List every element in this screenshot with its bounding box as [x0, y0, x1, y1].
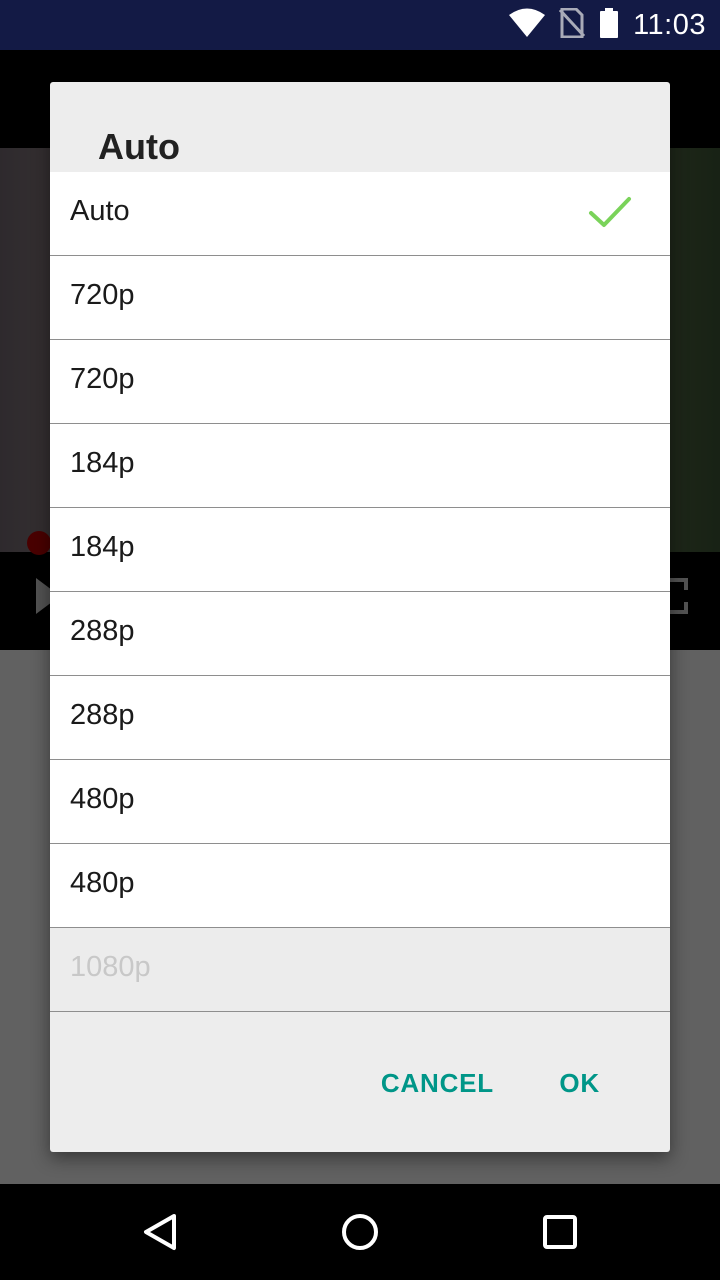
option-288p[interactable]: 288p [50, 592, 670, 676]
quality-dialog: Auto Auto 720p 720p 184p 184p 288p 288p … [50, 82, 670, 1152]
dialog-actions: CANCEL OK [50, 1062, 670, 1112]
ok-button[interactable]: OK [559, 1068, 600, 1099]
checkmark-icon [588, 194, 632, 234]
wifi-icon [509, 8, 546, 42]
option-1080p: 1080p [50, 928, 670, 1012]
option-184p[interactable]: 184p [50, 508, 670, 592]
option-label: Auto [70, 195, 130, 227]
status-bar: 11:03 [0, 0, 720, 50]
battery-icon [599, 8, 619, 42]
option-720p[interactable]: 720p [50, 256, 670, 340]
recents-icon[interactable] [542, 1214, 578, 1254]
option-label: 720p [70, 363, 135, 395]
option-label: 288p [70, 699, 135, 731]
option-480p[interactable]: 480p [50, 844, 670, 928]
option-720p[interactable]: 720p [50, 340, 670, 424]
navigation-bar [0, 1184, 720, 1280]
cancel-button[interactable]: CANCEL [381, 1068, 494, 1099]
back-icon[interactable] [140, 1212, 180, 1256]
option-label: 184p [70, 447, 135, 479]
option-label: 288p [70, 615, 135, 647]
option-184p[interactable]: 184p [50, 424, 670, 508]
option-label: 480p [70, 783, 135, 815]
no-sim-icon [558, 7, 586, 42]
option-label: 184p [70, 531, 135, 563]
option-label: 480p [70, 867, 135, 899]
option-label: 1080p [70, 951, 151, 983]
option-label: 720p [70, 279, 135, 311]
quality-options-list: Auto 720p 720p 184p 184p 288p 288p 480p … [50, 172, 670, 1012]
option-auto[interactable]: Auto [50, 172, 670, 256]
dialog-title: Auto [98, 126, 180, 167]
option-288p[interactable]: 288p [50, 676, 670, 760]
home-icon[interactable] [340, 1212, 380, 1256]
clock: 11:03 [633, 8, 706, 41]
option-480p[interactable]: 480p [50, 760, 670, 844]
